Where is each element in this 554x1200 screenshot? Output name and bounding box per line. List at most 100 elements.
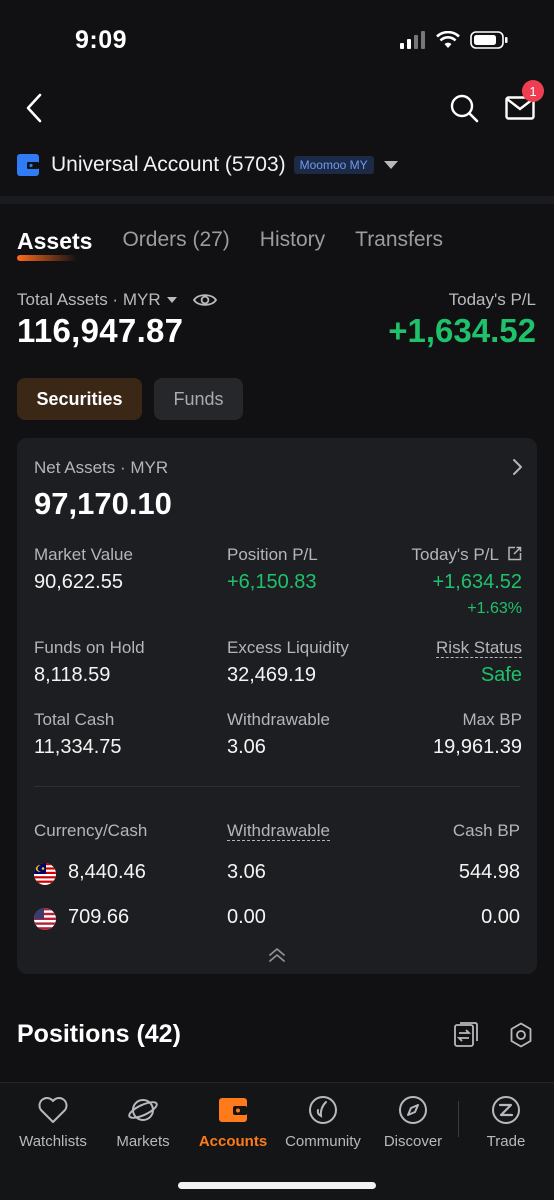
caret-down-icon [383,161,398,169]
max-bp-label: Max BP [462,710,522,729]
myr-cash: 8,440.46 [68,861,146,883]
account-tabs: Assets Orders (27) History Transfers [17,228,473,261]
market-value-label: Market Value [34,545,133,564]
bottom-tab-bar: Watchlists Markets Accounts Community Di… [0,1082,554,1200]
eye-icon[interactable] [192,292,217,308]
todays-pl-cell: Today's P/L +1,634.52 +1.63% [412,545,522,618]
section-divider [0,196,554,204]
max-bp-value: 19,961.39 [433,736,522,758]
total-cash-cell: Total Cash 11,334.75 [34,710,122,759]
wallet-icon [219,1098,247,1122]
tab-watchlists[interactable]: Watchlists [8,1093,98,1150]
cash-bp-header: Cash BP [452,821,520,840]
currency-row-myr: 8,440.46 3.06 544.98 [17,859,537,889]
total-assets-header: Total Assets · MYR [17,290,217,310]
funds-on-hold-cell: Funds on Hold 8,118.59 [34,638,145,687]
notification-badge: 1 [522,80,544,102]
tab-discover[interactable]: Discover [368,1093,458,1150]
status-icons [400,30,508,50]
usd-cash: 709.66 [68,906,130,928]
net-assets-label: Net Assets · MYR [34,458,169,477]
tab-orders[interactable]: Orders (27) [122,228,229,255]
signal-icon [400,31,425,49]
trade-icon [492,1096,520,1124]
withdrawable-label: Withdrawable [227,710,330,729]
risk-status-cell: Risk Status Safe [436,638,522,687]
net-assets-card: Net Assets · MYR 97,170.10 Market Value … [17,438,537,974]
tab-watchlists-label: Watchlists [19,1133,87,1150]
tab-accounts[interactable]: Accounts [188,1093,278,1150]
total-cash-value: 11,334.75 [34,736,122,758]
funds-on-hold-value: 8,118.59 [34,664,111,686]
status-bar: 9:09 [0,0,554,80]
status-time: 9:09 [75,26,128,54]
planet-icon [128,1099,158,1121]
usd-withdrawable: 0.00 [227,906,266,928]
tab-assets[interactable]: Assets [17,228,92,261]
total-cash-label: Total Cash [34,710,115,729]
net-assets-value: 97,170.10 [34,486,172,521]
excess-liquidity-value: 32,469.19 [227,664,316,686]
position-pl-value: +6,150.83 [227,571,317,593]
currency-withdrawable-header: Withdrawable [227,821,330,841]
card-todays-pl-label: Today's P/L [411,545,499,564]
myr-cash-bp: 544.98 [458,861,520,883]
todays-pl-value: +1,634.52 [388,312,536,349]
tab-markets[interactable]: Markets [98,1093,188,1150]
chevron-right-icon[interactable] [511,458,523,476]
total-assets-value: 116,947.87 [17,312,184,349]
home-indicator [178,1182,376,1189]
funds-button[interactable]: Funds [154,378,243,420]
currency-dropdown-icon[interactable] [166,297,177,303]
tab-history[interactable]: History [260,228,325,255]
collapse-up-icon[interactable] [267,946,287,964]
tab-community[interactable]: Community [278,1093,368,1150]
account-name: Universal Account (5703) [51,153,286,176]
account-selector[interactable]: Universal Account (5703) Moomoo MY [17,150,398,180]
excess-liquidity-cell: Excess Liquidity 32,469.19 [227,638,349,687]
todays-pl-label: Today's P/L [448,290,536,309]
messages-button[interactable]: 1 [500,80,544,128]
tab-trade-label: Trade [486,1133,526,1150]
card-divider [34,786,520,787]
transfer-list-icon[interactable] [452,1022,478,1048]
wifi-icon [436,31,460,48]
tab-transfers[interactable]: Transfers [355,228,443,255]
risk-status-label[interactable]: Risk Status [436,638,522,658]
myr-withdrawable: 3.06 [227,861,266,883]
card-todays-pl-percent: +1.63% [467,600,522,617]
positions-title: Positions (42) [17,1020,181,1048]
broker-tag: Moomoo MY [293,156,374,174]
excess-liquidity-label: Excess Liquidity [227,638,349,657]
securities-button[interactable]: Securities [17,378,142,420]
card-todays-pl-value: +1,634.52 [432,571,522,593]
currency-cash-header: Currency/Cash [34,821,148,840]
gear-icon[interactable] [508,1022,534,1048]
tabbar-separator [458,1101,459,1137]
tab-accounts-label: Accounts [198,1133,268,1150]
withdrawable-value: 3.06 [227,736,266,758]
chevron-left-icon [26,93,42,123]
battery-icon [470,31,508,49]
position-pl-cell: Position P/L +6,150.83 [227,545,318,594]
market-value: 90,622.55 [34,571,123,593]
market-value-cell: Market Value 90,622.55 [34,545,133,594]
usd-cash-bp: 0.00 [481,906,520,928]
tab-trade[interactable]: Trade [461,1093,551,1150]
withdrawable-header-label[interactable]: Withdrawable [227,821,330,841]
heart-icon [38,1097,68,1123]
wallet-icon [17,154,39,176]
share-icon[interactable] [507,546,522,561]
search-button[interactable] [444,88,484,128]
withdrawable-cell: Withdrawable 3.06 [227,710,330,759]
malaysia-flag-icon [34,863,56,885]
tab-community-label: Community [285,1133,361,1150]
tab-markets-label: Markets [116,1133,170,1150]
funds-on-hold-label: Funds on Hold [34,638,145,657]
back-button[interactable] [14,88,54,128]
currency-row-usd: 709.66 0.00 0.00 [17,904,537,934]
max-bp-cell: Max BP 19,961.39 [433,710,522,759]
search-icon [450,94,479,123]
community-icon [309,1096,337,1124]
total-assets-label: Total Assets · MYR [17,290,161,309]
